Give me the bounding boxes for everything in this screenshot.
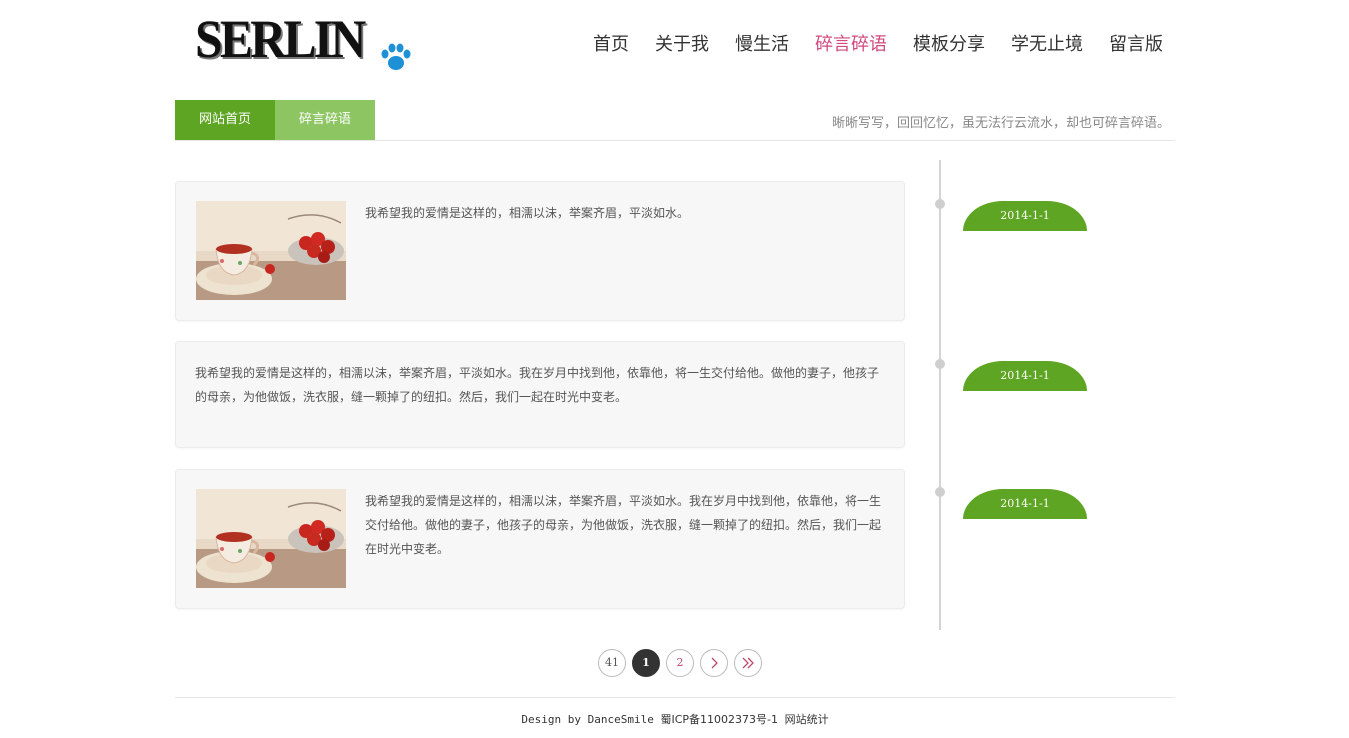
timeline-line [939, 160, 941, 630]
breadcrumb-bar: 网站首页 碎言碎语 晰晰写写，回回忆忆，虽无法行云流水，却也可碎言碎语。 [175, 100, 1175, 141]
breadcrumb-current[interactable]: 碎言碎语 [275, 100, 375, 140]
post-card: 我希望我的爱情是这样的，相濡以沫，举案齐眉，平淡如水。我在岁月中找到他，依靠他，… [175, 341, 905, 448]
footer-icp[interactable]: 蜀ICP备11002373号-1 [660, 713, 778, 726]
post-thumbnail[interactable] [196, 201, 346, 300]
page-first[interactable]: 41 [598, 649, 626, 677]
tea-strawberry-image [196, 489, 346, 588]
post-thumbnail[interactable] [196, 489, 346, 588]
post-card: 我希望我的爱情是这样的，相濡以沫，举案齐眉，平淡如水。 [175, 181, 905, 321]
double-chevron-right-icon [742, 657, 754, 669]
post-text: 我希望我的爱情是这样的，相濡以沫，举案齐眉，平淡如水。我在岁月中找到他，依靠他，… [195, 366, 880, 404]
footer: Design by DanceSmile 蜀ICP备11002373号-1 网站… [175, 697, 1175, 726]
nav-item-slow-life[interactable]: 慢生活 [735, 30, 789, 56]
timeline-dot [935, 487, 945, 497]
post-date-tag: 2014-1-1 [963, 361, 1087, 391]
post-text: 我希望我的爱情是这样的，相濡以沫，举案齐眉，平淡如水。 [365, 206, 690, 220]
footer-design: Design by DanceSmile [521, 713, 654, 726]
timeline-dot [935, 199, 945, 209]
tea-strawberry-image [196, 201, 346, 300]
site-logo[interactable]: SERLIN [195, 8, 445, 78]
page-2[interactable]: 2 [666, 649, 694, 677]
paw-icon [381, 43, 411, 70]
post-text: 我希望我的爱情是这样的，相濡以沫，举案齐眉，平淡如水。我在岁月中找到他，依靠他，… [365, 494, 882, 556]
post-card: 我希望我的爱情是这样的，相濡以沫，举案齐眉，平淡如水。我在岁月中找到他，依靠他，… [175, 469, 905, 609]
post-date-tag: 2014-1-1 [963, 489, 1087, 519]
nav-item-templates[interactable]: 模板分享 [913, 30, 985, 56]
post-date-tag: 2014-1-1 [963, 201, 1087, 231]
timeline-dot [935, 359, 945, 369]
footer-stats-link[interactable]: 网站统计 [785, 713, 829, 726]
page-tagline: 晰晰写写，回回忆忆，虽无法行云流水，却也可碎言碎语。 [831, 116, 1170, 131]
page-current[interactable]: 1 [632, 649, 660, 677]
chevron-right-icon [711, 657, 718, 669]
pagination: 41 1 2 [598, 649, 768, 677]
breadcrumb-home[interactable]: 网站首页 [175, 100, 275, 140]
nav-item-home[interactable]: 首页 [593, 30, 629, 56]
nav-item-murmurs[interactable]: 碎言碎语 [815, 30, 887, 56]
logo-text: SERLIN [195, 9, 366, 69]
footer-text: Design by DanceSmile 蜀ICP备11002373号-1 网站… [175, 711, 1175, 727]
nav-item-learning[interactable]: 学无止境 [1011, 30, 1083, 56]
next-page-button[interactable] [700, 649, 728, 677]
nav-item-about[interactable]: 关于我 [655, 30, 709, 56]
last-page-button[interactable] [734, 649, 762, 677]
main-nav: 首页 关于我 慢生活 碎言碎语 模板分享 学无止境 留言版 [567, 30, 1163, 56]
nav-item-guestbook[interactable]: 留言版 [1109, 30, 1163, 56]
